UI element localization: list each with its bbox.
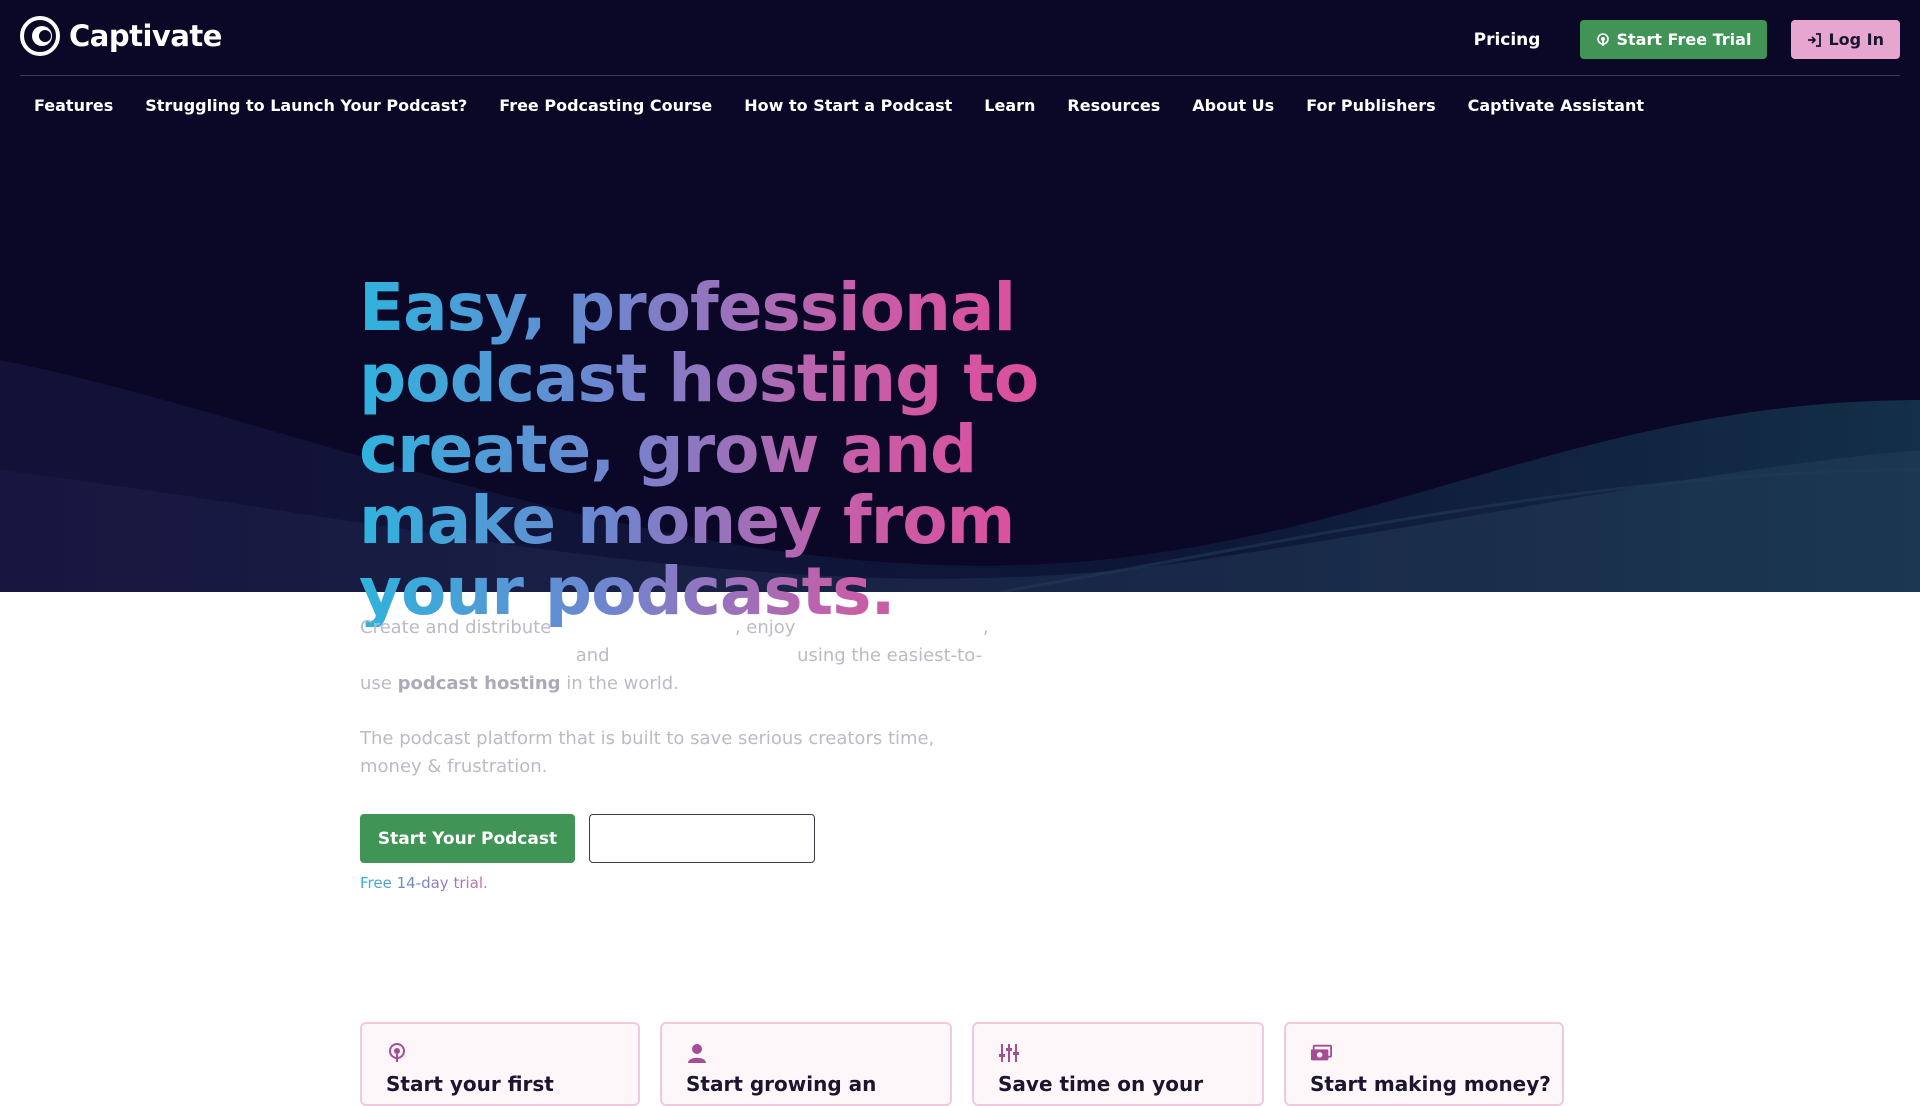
- captivate-logo-icon: [20, 16, 60, 56]
- intro-bold-podcast-hosting: podcast hosting: [397, 673, 561, 694]
- podcast-icon: [1596, 32, 1610, 47]
- user-icon: [688, 1044, 706, 1063]
- start-your-podcast-button[interactable]: Start Your Podcast: [360, 814, 575, 863]
- start-free-trial-button[interactable]: Start Free Trial: [1580, 20, 1768, 59]
- nav-item-how-to-start[interactable]: How to Start a Podcast: [744, 96, 952, 115]
- pricing-link[interactable]: Pricing: [1474, 30, 1541, 50]
- log-in-label: Log In: [1828, 30, 1884, 49]
- intro-text-2: , enjoy: [734, 617, 796, 638]
- nav-item-about-us[interactable]: About Us: [1192, 96, 1274, 115]
- secondary-cta-button[interactable]: [589, 814, 815, 863]
- hero-intro: Create and distribute , enjoy , and usin…: [360, 614, 1000, 698]
- hero-cta-row: Start Your Podcast: [360, 814, 815, 863]
- feature-card[interactable]: Start your first: [360, 1022, 640, 1106]
- brand-name: Captivate: [69, 19, 222, 53]
- intro-text-4: and: [575, 645, 610, 666]
- sliders-icon: [999, 1044, 1019, 1062]
- sign-in-icon: [1807, 32, 1822, 47]
- nav-item-captivate-assistant[interactable]: Captivate Assistant: [1468, 96, 1644, 115]
- nav-item-for-publishers[interactable]: For Publishers: [1306, 96, 1435, 115]
- hero-headline: Easy, professional podcast hosting to cr…: [359, 272, 1059, 627]
- intro-text-3: ,: [982, 617, 989, 638]
- header-divider: [20, 75, 1900, 76]
- feature-card-title: Save time on your: [998, 1072, 1204, 1096]
- hero-tagline: The podcast platform that is built to sa…: [360, 728, 935, 777]
- brand-logo[interactable]: Captivate: [20, 16, 222, 56]
- feature-card-title: Start making money?: [1310, 1072, 1551, 1096]
- log-in-button[interactable]: Log In: [1791, 20, 1900, 59]
- feature-card[interactable]: Save time on your: [972, 1022, 1264, 1106]
- feature-card[interactable]: Start making money?: [1284, 1022, 1564, 1106]
- nav-item-features[interactable]: Features: [34, 96, 113, 115]
- podcast-icon: [389, 1043, 405, 1062]
- nav-item-resources[interactable]: Resources: [1067, 96, 1160, 115]
- intro-text-1: Create and distribute: [360, 617, 552, 638]
- nav-item-learn[interactable]: Learn: [984, 96, 1035, 115]
- feature-card[interactable]: Start growing an: [660, 1022, 952, 1106]
- main-nav: Features Struggling to Launch Your Podca…: [34, 96, 1676, 115]
- money-icon: [1310, 1044, 1332, 1061]
- feature-card-title: Start your first: [386, 1072, 554, 1096]
- nav-item-free-course[interactable]: Free Podcasting Course: [499, 96, 712, 115]
- feature-cards: Start your first Start growing an Save t…: [360, 1022, 1564, 1106]
- feature-card-title: Start growing an: [686, 1072, 877, 1096]
- intro-text-6: in the world.: [566, 673, 679, 694]
- free-trial-note: Free 14-day trial.: [360, 874, 488, 892]
- start-free-trial-label: Start Free Trial: [1616, 30, 1752, 49]
- nav-item-struggling[interactable]: Struggling to Launch Your Podcast?: [145, 96, 467, 115]
- top-actions: Pricing Start Free Trial Log In: [1474, 20, 1900, 59]
